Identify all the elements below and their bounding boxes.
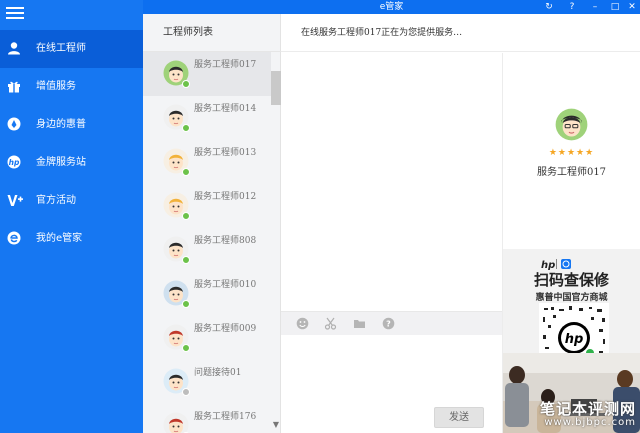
engineer-name: 服务工程师176 [194,412,257,422]
sidebar-item-label: 金牌服务站 [36,157,86,168]
e-logo-icon [7,231,21,245]
avatar [163,412,189,433]
engineer-name: 服务工程师808 [194,236,257,246]
engineer-name: 服务工程师010 [194,280,257,290]
engineer-name: 问题接待01 [194,368,242,378]
hp-logo-icon: hp [7,155,21,169]
chevron-down-icon[interactable]: ▼ [271,420,281,430]
list-item[interactable]: 服务工程师010 [143,272,271,316]
list-item[interactable]: 服务工程师009 [143,316,271,360]
v-plus-icon [7,195,23,206]
minimize-icon[interactable]: – [586,0,604,14]
chat-header: 在线服务工程师017正在为您提供服务… [281,14,640,52]
maximize-icon[interactable]: □ [606,0,624,14]
scroll-thumb[interactable] [271,71,281,105]
sidebar-item-online-engineer[interactable]: 在线工程师 [0,30,143,68]
list-item[interactable]: 服务工程师017 [143,52,271,96]
engineer-name: 服务工程师014 [194,104,257,114]
rating-stars: ★★★★★ [548,148,595,158]
sidebar-item-nearby-hp[interactable]: 身边的惠普 [0,106,143,144]
engineer-list-panel: 工程师列表 服务工程师017 服务工程师014 服务工程师013 服务工程师012 服务… [143,14,281,433]
profile-name: 服务工程师017 [536,167,607,178]
status-badge [182,80,190,88]
close-icon[interactable]: ✕ [623,0,640,14]
list-item[interactable]: 服务工程师013 [143,140,271,184]
engineer-name: 服务工程师012 [194,192,257,202]
list-item[interactable]: 服务工程师808 [143,228,271,272]
status-badge [182,212,190,220]
scissors-icon[interactable] [324,317,337,330]
svg-text:hp: hp [565,332,584,347]
status-badge [182,300,190,308]
status-badge [182,344,190,352]
status-badge [182,168,190,176]
sidebar-item-value-added-service[interactable]: 增值服务 [0,68,143,106]
engineer-profile: ★★★★★ 服务工程师017 [503,53,640,249]
ad-subline: 惠普中国官方商城 [535,293,608,303]
location-pin-icon [7,117,21,131]
emoji-icon[interactable] [296,317,309,330]
sidebar-item-gold-service-station[interactable]: hp 金牌服务站 [0,144,143,182]
watermark-text: 笔记本评测网 [539,400,636,418]
sidebar-item-official-activities[interactable]: 官方活动 [0,182,143,220]
ad-headline: 扫码查保修 [533,271,609,289]
svg-text:?: ? [386,320,391,329]
watermark: 笔记本评测网 www.bjbpc.com [506,398,640,433]
user-icon [8,42,20,55]
sidebar-item-label: 我的e管家 [36,233,83,244]
sidebar-item-my-e-butler[interactable]: 我的e管家 [0,220,143,258]
chat-status-text: 在线服务工程师017正在为您提供服务… [301,28,463,38]
sidebar-item-label: 在线工程师 [36,43,86,54]
list-item[interactable]: 服务工程师012 [143,184,271,228]
message-area[interactable] [281,53,502,311]
watermark-url: www.bjbpc.com [544,417,636,428]
avatar [555,108,588,141]
engineer-name: 服务工程师017 [194,60,257,70]
status-badge [182,124,190,132]
menu-icon[interactable] [6,6,24,20]
status-badge [182,388,190,396]
list-item[interactable]: 服务工程师014 [143,96,271,140]
folder-icon[interactable] [353,317,366,330]
engineer-list-title: 工程师列表 [163,27,213,38]
help-circle-icon[interactable]: ? [382,317,395,330]
title-bar[interactable]: e管家 ↻ ? – □ ✕ [143,0,640,14]
gift-icon [8,81,20,93]
svg-text:hp: hp [9,158,20,167]
message-input[interactable] [281,335,502,395]
list-item[interactable]: 服务工程师176 [143,404,271,433]
list-item[interactable]: 问题接待01 [143,360,271,404]
sidebar-item-label: 身边的惠普 [36,119,86,130]
sidebar: 在线工程师 增值服务 身边的惠普 hp 金牌服务站 官方活动 我的e管家 [0,0,143,433]
chat-toolbar: ? [281,311,502,335]
engineer-name: 服务工程师013 [194,148,257,158]
refresh-icon[interactable]: ↻ [540,0,558,14]
sidebar-item-label: 官方活动 [36,195,76,206]
scrollbar[interactable]: ▼ [271,70,281,433]
engineer-name: 服务工程师009 [194,324,257,334]
status-badge [182,256,190,264]
send-button[interactable]: 发送 [434,407,484,428]
help-icon[interactable]: ? [563,0,581,14]
engineer-list-header: 工程师列表 [143,14,281,52]
sidebar-item-label: 增值服务 [36,81,76,92]
